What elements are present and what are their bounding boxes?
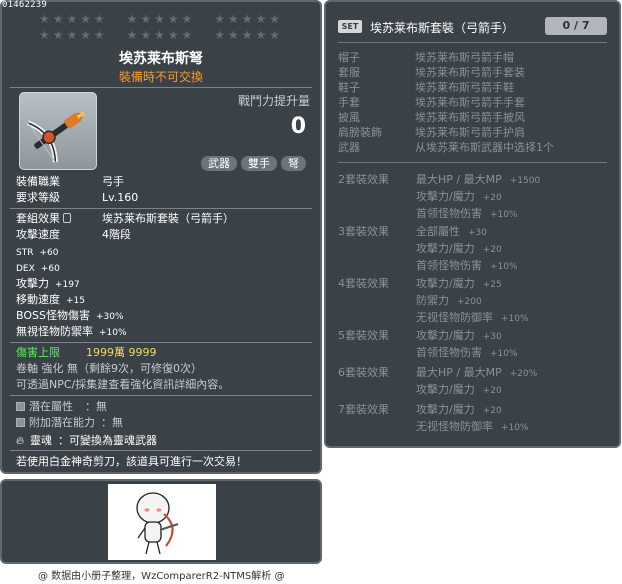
combat-power-value: 0 <box>290 114 306 139</box>
star-group: ★★★★★ <box>214 28 284 42</box>
required-level-label: 要求等級 <box>16 191 60 204</box>
set-title: 埃苏莱布斯套裝（弓箭手） <box>370 21 515 35</box>
required-job-label: 裝備職業 <box>16 175 60 188</box>
divider <box>10 342 312 343</box>
damage-cap-label: 傷害上限 <box>16 346 60 359</box>
set-piece-weapon: 武器 从埃苏莱布斯武器中选择1个 <box>338 141 554 154</box>
divider <box>338 162 607 163</box>
item-tooltip-panel: ★★★★★ ★★★★★ ★★★★★ ★★★★★ ★★★★★ ★★★★★ 埃苏莱布… <box>0 0 322 474</box>
set-effect-value[interactable]: 埃苏莱布斯套裝（弓箭手） <box>102 212 234 225</box>
star-group: ★★★★★ <box>126 28 196 42</box>
scroll-upgrade-info: 卷軸 強化 無（剩餘9次，可修復0次） <box>16 362 202 375</box>
attack-speed: 攻擊速度 4階段 <box>16 227 131 243</box>
set-piece-shoulder: 肩膀裝飾 埃苏莱布斯弓箭手护肩 <box>338 126 525 139</box>
item-id: 01462239 <box>2 0 47 10</box>
stat-boss-damage: BOSS怪物傷害 +30% <box>16 309 124 322</box>
divider <box>10 208 312 209</box>
attack-speed-label: 攻擊速度 <box>16 228 60 241</box>
divider <box>338 42 607 43</box>
set-piece-overall: 套服 埃苏莱布斯弓箭手套装 <box>338 66 525 79</box>
attack-speed-value: 4階段 <box>102 228 131 241</box>
star-force-rows: ★★★★★ ★★★★★ ★★★★★ ★★★★★ ★★★★★ ★★★★★ <box>2 11 320 43</box>
star-group: ★★★★★ <box>38 12 108 26</box>
star-row: ★★★★★ ★★★★★ ★★★★★ <box>2 27 320 43</box>
potential: 潛在屬性 ：無 <box>16 399 107 415</box>
set-info-panel: SET 埃苏莱布斯套裝（弓箭手） 0 / 7 帽子 埃苏莱布斯弓箭手帽 套服 埃苏莱… <box>324 0 621 448</box>
stat-str: STR +60 <box>16 248 59 258</box>
potential-icon <box>16 402 25 411</box>
set-effect: 套組效果 埃苏莱布斯套裝（弓箭手） <box>16 211 234 227</box>
required-job-value: 弓手 <box>102 175 124 188</box>
crossbow-icon <box>26 111 86 163</box>
character-preview-panel <box>0 479 322 564</box>
set-piece-cape: 披風 埃苏莱布斯弓箭手披风 <box>338 111 525 124</box>
damage-cap-value: 1999萬 9999 <box>86 346 157 359</box>
star-group: ★★★★★ <box>126 12 196 26</box>
set-count: 0 / 7 <box>545 17 607 35</box>
divider <box>10 395 312 396</box>
damage-cap: 傷害上限 1999萬 9999 <box>16 345 157 361</box>
set-effect-label: 套組效果 <box>16 211 102 227</box>
stat-ignore-defense: 無視怪物防禦率 +10% <box>16 325 127 338</box>
character-avatar <box>136 492 179 555</box>
set-piece-gloves: 手套 埃苏莱布斯弓箭手手套 <box>338 96 525 109</box>
item-name: 埃苏莱布斯弩 <box>119 51 203 67</box>
category-tags: 武器 雙手 弩 <box>201 156 306 171</box>
stat-dex: DEX +60 <box>16 264 60 274</box>
lock-icon <box>63 213 71 223</box>
soul-weapon: 🔥︎ 靈魂 ：可變換為靈魂武器 <box>16 434 157 447</box>
divider <box>10 87 312 88</box>
combat-power-label: 戰鬥力提升量 <box>238 94 311 108</box>
platinum-scissors-note: 若使用白金神奇剪刀，該道具可進行一次交易！ <box>16 455 247 468</box>
tag-crossbow: 弩 <box>281 156 306 171</box>
star-row: ★★★★★ ★★★★★ ★★★★★ <box>2 11 320 27</box>
stat-speed: 移動速度 +15 <box>16 293 85 306</box>
set-piece-shoes: 鞋子 埃苏莱布斯弓箭手鞋 <box>338 81 514 94</box>
tag-weapon: 武器 <box>201 156 237 171</box>
set-piece-hat: 帽子 埃苏莱布斯弓箭手帽 <box>338 51 514 64</box>
star-group: ★★★★★ <box>214 12 284 26</box>
enhance-info-note: 可透過NPC/採集建查看強化資訊詳細內容。 <box>16 378 230 391</box>
tag-two-handed: 雙手 <box>241 156 277 171</box>
required-level: 要求等級 Lv.160 <box>16 190 138 206</box>
divider <box>10 450 312 451</box>
character-preview <box>108 484 216 560</box>
additional-potential: 附加潛在能力 ：無 <box>16 415 123 431</box>
additional-potential-icon <box>16 418 25 427</box>
stat-attack: 攻擊力 +197 <box>16 277 80 290</box>
required-job: 裝備職業 弓手 <box>16 174 124 190</box>
trade-restriction: 裝備時不可交換 <box>118 70 203 84</box>
item-icon <box>19 92 97 170</box>
required-level-value: Lv.160 <box>102 191 139 204</box>
star-group: ★★★★★ <box>38 28 108 42</box>
flame-icon: 🔥︎ <box>16 434 25 447</box>
set-pieces: 帽子 埃苏莱布斯弓箭手帽 套服 埃苏莱布斯弓箭手套装 鞋子 埃苏莱布斯弓箭手鞋 手套埃… <box>338 50 554 155</box>
set-badge: SET <box>338 20 362 33</box>
credit-line: @ 数据由小册子整理，WzComparerR2-NTMS解析 @ <box>38 571 285 582</box>
